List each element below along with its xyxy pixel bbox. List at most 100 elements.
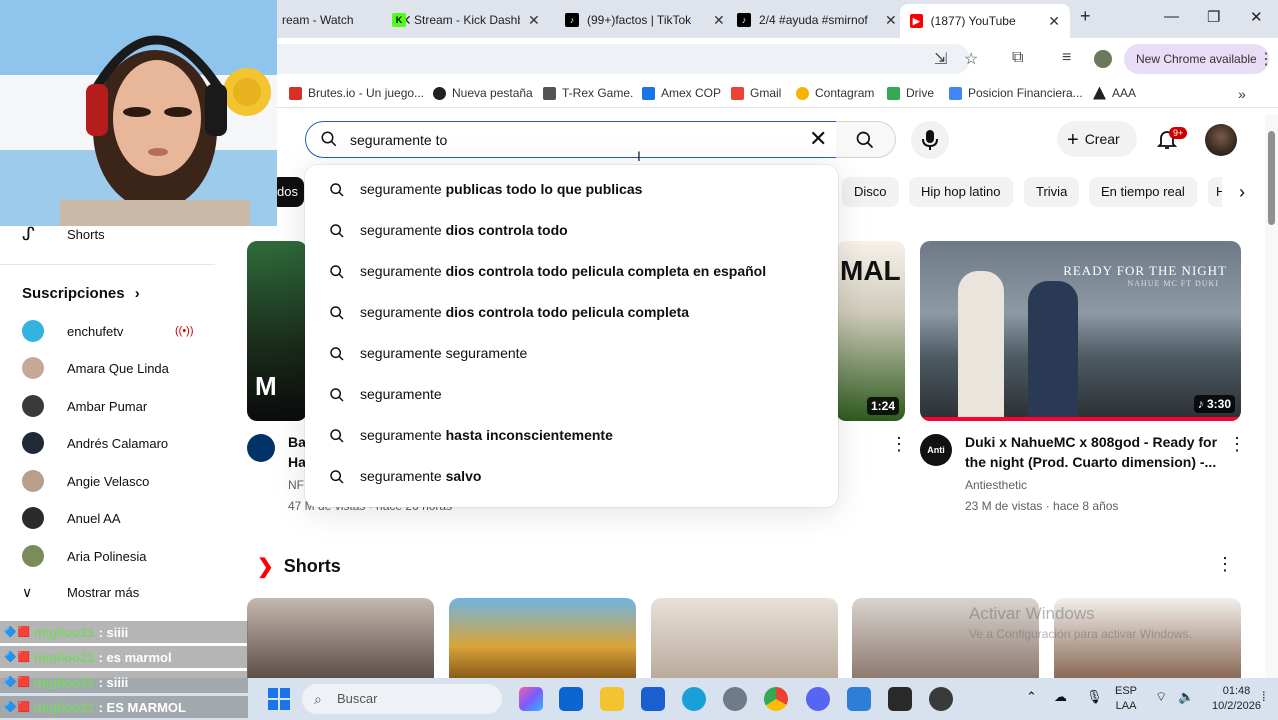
search-suggestion[interactable]: seguramente salvo	[305, 458, 838, 496]
file-explorer-icon[interactable]	[600, 687, 624, 711]
tab-tiktok-2[interactable]: ♪ 2/4 #ayuda #smirnof ✕	[727, 6, 907, 34]
voice-search-button[interactable]	[911, 121, 949, 159]
taskbar-clock[interactable]: 01:48 10/2/2026	[1212, 684, 1261, 714]
notification-center-icon[interactable]: ⁞	[1262, 689, 1266, 704]
video-thumbnail[interactable]: MAL 1:24	[836, 241, 905, 421]
create-button[interactable]: + Crear	[1057, 121, 1137, 157]
more-vert-icon[interactable]: ⋮	[1228, 434, 1246, 455]
sidebar-channel-anuel[interactable]: Anuel AA	[22, 507, 121, 529]
close-icon[interactable]: ✕	[1048, 13, 1060, 30]
bookmark-trex[interactable]: T-Rex Game.	[543, 86, 633, 100]
page-scrollbar[interactable]	[1265, 115, 1278, 678]
language-indicator[interactable]: ESP LAA	[1115, 684, 1137, 714]
bookmark-gmail[interactable]: Gmail	[731, 86, 781, 100]
tab-tiktok[interactable]: ♪ (99+)factos | TikTok ✕	[555, 6, 735, 34]
wifi-icon[interactable]: ⌔	[1155, 689, 1167, 705]
short-thumbnail[interactable]	[651, 598, 838, 678]
short-thumbnail[interactable]	[247, 598, 434, 678]
account-avatar[interactable]	[1205, 124, 1237, 156]
epic-games-icon[interactable]	[888, 687, 912, 711]
more-vert-icon[interactable]: ⋮	[890, 434, 908, 455]
obs-icon[interactable]	[929, 687, 953, 711]
bookmark-star-icon[interactable]: ☆	[964, 49, 978, 69]
video-thumbnail[interactable]: READY FOR THE NIGHT NAHUE MC FT DUKI ♪ 3…	[920, 241, 1241, 421]
volume-icon[interactable]: 🔈	[1178, 689, 1194, 705]
minimize-icon[interactable]: —	[1164, 8, 1179, 25]
chevron-right-icon[interactable]: »	[1238, 86, 1246, 102]
bookmark-contagram[interactable]: Contagram	[796, 86, 874, 100]
bookmark-nueva-pestana[interactable]: Nueva pestaña	[433, 86, 533, 100]
address-bar[interactable]	[250, 44, 970, 74]
maximize-icon[interactable]: ❐	[1207, 8, 1220, 26]
windows-start-icon[interactable]	[268, 688, 290, 710]
person-figure	[958, 271, 1004, 417]
media-control-icon[interactable]: ≡	[1062, 49, 1071, 67]
search-button[interactable]	[836, 121, 896, 158]
suggestion-rest: dios controla todo pelicula completa en …	[445, 263, 767, 279]
chrome-icon[interactable]	[764, 687, 788, 711]
more-vert-icon[interactable]: ⋮	[1216, 554, 1234, 575]
bookmark-amex[interactable]: Amex COP	[642, 86, 721, 100]
bookmark-aaa[interactable]: AAA	[1093, 86, 1136, 100]
sidebar-channel-angie[interactable]: Angie Velasco	[22, 470, 149, 492]
search-input[interactable]	[350, 129, 790, 151]
clear-search-icon[interactable]: ✕	[809, 126, 827, 152]
sidebar-channel-enchufetv[interactable]: enchufetv ((•))	[22, 320, 194, 342]
sidebar-channel-ambar[interactable]: Ambar Pumar	[22, 395, 147, 417]
close-icon[interactable]: ✕	[885, 12, 897, 29]
more-vert-icon[interactable]: ⋮	[1258, 49, 1274, 69]
chip-disco[interactable]: Disco	[842, 177, 899, 207]
video-channel[interactable]: NF	[288, 478, 304, 492]
video-title[interactable]: Ba Ha	[288, 432, 306, 472]
edge-icon[interactable]	[682, 687, 706, 711]
short-thumbnail[interactable]	[449, 598, 636, 678]
microphone-icon[interactable]: 🎙	[1086, 689, 1103, 705]
photos-icon[interactable]	[847, 687, 871, 711]
video-thumbnail[interactable]: M	[247, 241, 307, 421]
close-window-icon[interactable]: ✕	[1250, 8, 1263, 26]
chevron-right-icon[interactable]: ›	[1222, 177, 1262, 207]
bookmark-brutes[interactable]: Brutes.io - Un juego...	[289, 86, 424, 100]
install-app-icon[interactable]: ⇲	[934, 49, 947, 69]
video-title[interactable]: Duki x NahueMC x 808god - Ready for the n…	[965, 432, 1220, 472]
subscriptions-title[interactable]: Suscripciones ›	[22, 285, 140, 302]
search-suggestion[interactable]: seguramente seguramente	[305, 335, 838, 373]
channel-avatar[interactable]: Anti	[920, 434, 952, 466]
chip-hip-hop-latino[interactable]: Hip hop latino	[909, 177, 1013, 207]
bookmark-posicion[interactable]: Posicion Financiera...	[949, 86, 1083, 100]
sidebar-channel-andres[interactable]: Andrés Calamaro	[22, 432, 168, 454]
settings-icon[interactable]	[723, 687, 747, 711]
search-suggestion[interactable]: seguramente dios controla todo pelicula …	[305, 253, 838, 291]
bookmark-drive[interactable]: Drive	[887, 86, 934, 100]
sidebar-channel-amara[interactable]: Amara Que Linda	[22, 357, 169, 379]
discord-icon[interactable]	[806, 687, 830, 711]
sidebar-channel-aria[interactable]: Aria Polinesia	[22, 545, 147, 567]
scrollbar-thumb[interactable]	[1268, 131, 1275, 225]
thumbnail-subtext: NAHUE MC FT DUKI	[1127, 279, 1219, 288]
copilot-icon[interactable]	[519, 687, 543, 711]
search-suggestion[interactable]: seguramente	[305, 376, 838, 414]
search-suggestion[interactable]: seguramente dios controla todo pelicula …	[305, 294, 838, 332]
chip-trivia[interactable]: Trivia	[1024, 177, 1080, 207]
outlook-icon[interactable]	[559, 687, 583, 711]
tab-kick[interactable]: K Stream - Kick Dashbo ✕	[382, 6, 550, 34]
search-suggestion[interactable]: seguramente dios controla todo	[305, 212, 838, 250]
new-chrome-button[interactable]: New Chrome available	[1124, 44, 1269, 74]
chevron-up-icon[interactable]: ⌃	[1026, 689, 1037, 705]
sidebar-item-shorts[interactable]: ᔑ Shorts	[22, 224, 105, 245]
tab-youtube[interactable]: ▶ (1877) YouTube ✕	[900, 4, 1070, 38]
search-suggestion[interactable]: seguramente publicas todo lo que publica…	[305, 171, 838, 209]
close-icon[interactable]: ✕	[713, 12, 725, 29]
close-icon[interactable]: ✕	[528, 12, 540, 29]
store-icon[interactable]	[641, 687, 665, 711]
profile-avatar[interactable]	[1094, 50, 1112, 68]
extensions-icon[interactable]: ⧉	[1012, 49, 1023, 67]
video-channel[interactable]: Antiesthetic	[965, 478, 1027, 492]
cloud-icon[interactable]: ☁	[1054, 689, 1067, 705]
chip-en-tiempo-real[interactable]: En tiempo real	[1089, 177, 1197, 207]
taskbar-search[interactable]: ⌕ Buscar	[302, 684, 502, 714]
sidebar-show-more[interactable]: ∨ Mostrar más	[22, 584, 139, 601]
new-tab-button[interactable]: +	[1080, 6, 1091, 27]
channel-avatar[interactable]	[247, 434, 275, 462]
search-suggestion[interactable]: seguramente hasta inconscientemente	[305, 417, 838, 455]
